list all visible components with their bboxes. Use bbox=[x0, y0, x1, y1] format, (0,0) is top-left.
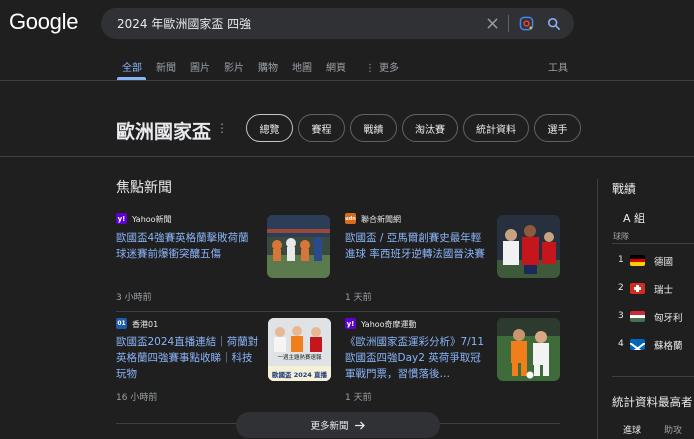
lens-icon[interactable] bbox=[517, 14, 536, 33]
news-source: 聯合新聞網 bbox=[361, 215, 401, 224]
arrow-right-icon bbox=[354, 420, 365, 430]
switzerland-flag-icon bbox=[630, 283, 645, 294]
nav-divider bbox=[0, 80, 694, 81]
news-source: 香港01 bbox=[132, 320, 159, 329]
news-time: 1 天前 bbox=[345, 393, 372, 403]
chip-knockout[interactable]: 淘汰賽 bbox=[402, 114, 458, 142]
news-thumbnail[interactable] bbox=[267, 215, 330, 278]
news-card-4[interactable]: y! Yahoo奇摩運動 《歐洲國家盃運彩分析》7/11歐國盃四強Day2 英荷… bbox=[345, 312, 563, 410]
more-news-button[interactable]: 更多新聞 bbox=[236, 412, 440, 438]
group-label: A 組 bbox=[623, 212, 646, 225]
standings-title[interactable]: 戰績 bbox=[612, 180, 636, 197]
tab-images[interactable]: 圖片 bbox=[190, 59, 210, 74]
team-rank: 3 bbox=[618, 311, 624, 321]
search-input[interactable]: 2024 年歐洲國家盃 四強 bbox=[117, 15, 251, 32]
news-source: Yahoo奇摩運動 bbox=[361, 320, 417, 329]
chip-stats[interactable]: 統計資料 bbox=[463, 114, 529, 142]
hungary-flag-icon bbox=[630, 311, 645, 322]
yahoo-sports-icon: y! bbox=[345, 318, 356, 329]
google-logo[interactable]: Google bbox=[9, 9, 78, 35]
news-thumbnail[interactable] bbox=[497, 215, 560, 278]
news-card-1[interactable]: y! Yahoo新聞 歐國盃4強賽英格蘭擊敗荷蘭 球迷賽前爆衝突釀五傷 3 小時… bbox=[116, 206, 334, 304]
team-column-header: 球隊 bbox=[613, 232, 629, 241]
tab-shopping[interactable]: 購物 bbox=[258, 59, 278, 74]
tab-all[interactable]: 全部 bbox=[122, 59, 142, 74]
top-stats-title: 統計資料最高者 bbox=[612, 395, 693, 409]
search-icon[interactable] bbox=[544, 14, 563, 33]
clear-icon[interactable] bbox=[483, 14, 502, 33]
right-panel-divider bbox=[597, 179, 598, 439]
news-source: Yahoo新聞 bbox=[132, 215, 172, 224]
standings-header-divider bbox=[612, 243, 694, 244]
news-headline[interactable]: 歐國盃4強賽英格蘭擊敗荷蘭 球迷賽前爆衝突釀五傷 bbox=[116, 230, 258, 262]
chip-schedule[interactable]: 賽程 bbox=[298, 114, 345, 142]
news-card-2[interactable]: udn 聯合新聞網 歐國盃 / 亞馬爾創賽史最年輕進球 率西班牙逆轉法國晉決賽 … bbox=[345, 206, 563, 304]
stats-divider bbox=[612, 376, 694, 377]
tab-videos[interactable]: 影片 bbox=[224, 59, 244, 74]
tab-more-label: 更多 bbox=[379, 63, 399, 74]
stats-tab-goals[interactable]: 進球 bbox=[623, 423, 641, 436]
news-time: 3 小時前 bbox=[116, 293, 152, 303]
team-name[interactable]: 匈牙利 bbox=[654, 310, 683, 324]
tab-news[interactable]: 新聞 bbox=[156, 59, 176, 74]
top-stories-title: 焦點新聞 bbox=[116, 180, 172, 196]
team-rank: 4 bbox=[618, 339, 624, 349]
tab-more[interactable]: ⋮ 更多 bbox=[365, 59, 399, 74]
stats-tab-assists[interactable]: 助攻 bbox=[664, 423, 682, 436]
news-time: 16 小時前 bbox=[116, 393, 158, 403]
team-name[interactable]: 蘇格蘭 bbox=[654, 338, 683, 352]
news-time: 1 天前 bbox=[345, 293, 372, 303]
scotland-flag-icon bbox=[630, 339, 645, 350]
yahoo-news-icon: y! bbox=[116, 213, 127, 224]
news-thumbnail[interactable]: 一週主題熱賽速報 歐國盃 2024 直播 bbox=[268, 318, 331, 381]
thumbnail-caption: 歐國盃 2024 直播 bbox=[271, 371, 328, 379]
tools-button[interactable]: 工具 bbox=[548, 59, 568, 74]
more-options-icon[interactable]: ⋮ bbox=[216, 121, 228, 135]
more-news-label: 更多新聞 bbox=[310, 421, 349, 432]
search-divider bbox=[508, 15, 509, 32]
udn-icon: udn bbox=[345, 213, 356, 224]
news-card-3[interactable]: 01 香港01 歐國盃2024直播連結｜荷蘭對英格蘭四強賽事點收睇｜科技玩物 1… bbox=[116, 312, 334, 410]
team-rank: 1 bbox=[618, 255, 624, 265]
chip-overview[interactable]: 總覽 bbox=[246, 114, 293, 142]
team-name[interactable]: 瑞士 bbox=[654, 282, 673, 296]
news-headline[interactable]: 歐國盃2024直播連結｜荷蘭對英格蘭四強賽事點收睇｜科技玩物 bbox=[116, 334, 259, 382]
entity-divider bbox=[0, 156, 694, 157]
thumbnail-caption: 一週主題熱賽速報 bbox=[277, 355, 322, 361]
entity-title: 歐洲國家盃 bbox=[116, 121, 212, 143]
search-box[interactable]: 2024 年歐洲國家盃 四強 bbox=[101, 8, 574, 39]
germany-flag-icon bbox=[630, 255, 645, 266]
tab-web[interactable]: 網頁 bbox=[326, 59, 346, 74]
news-headline[interactable]: 《歐洲國家盃運彩分析》7/11歐國盃四強Day2 英荷爭取冠軍戰門票，習慣落後… bbox=[345, 334, 487, 382]
news-headline[interactable]: 歐國盃 / 亞馬爾創賽史最年輕進球 率西班牙逆轉法國晉決賽 bbox=[345, 230, 487, 262]
more-vert-icon: ⋮ bbox=[365, 63, 375, 74]
tab-maps[interactable]: 地圖 bbox=[292, 59, 312, 74]
chip-standings[interactable]: 戰績 bbox=[350, 114, 397, 142]
team-name[interactable]: 德國 bbox=[654, 254, 673, 268]
news-thumbnail[interactable] bbox=[497, 318, 560, 381]
hk01-icon: 01 bbox=[116, 318, 127, 329]
team-rank: 2 bbox=[618, 283, 624, 293]
chip-players[interactable]: 選手 bbox=[534, 114, 581, 142]
